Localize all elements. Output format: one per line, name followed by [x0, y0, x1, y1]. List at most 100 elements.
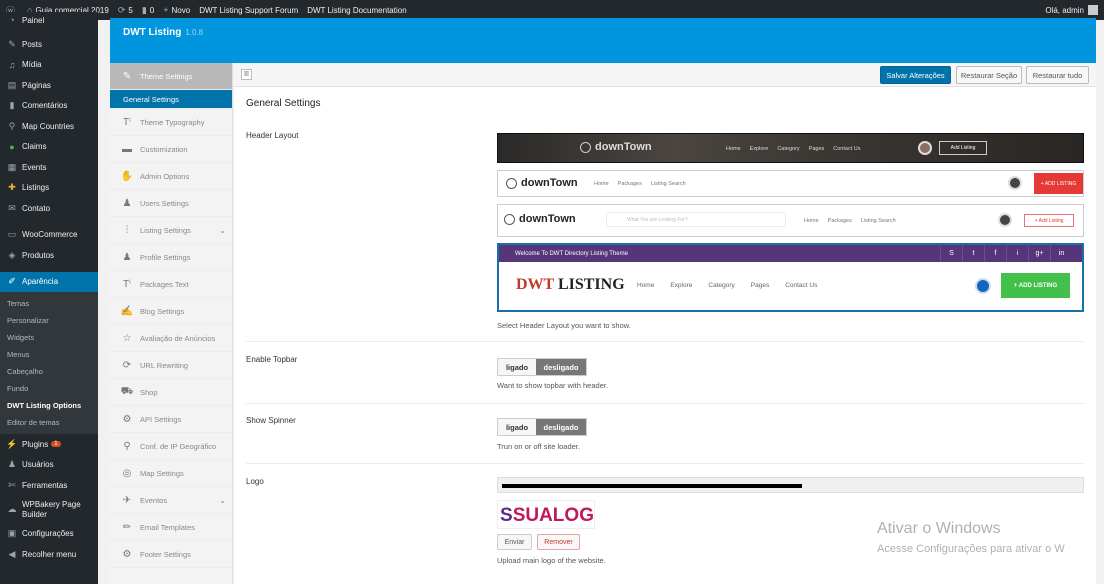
nav-theme-settings[interactable]: ✎ Theme Settings	[110, 63, 232, 90]
menu-midia[interactable]: ♫ Mídia	[0, 55, 98, 76]
thumbs-up-icon: ✋	[120, 170, 134, 182]
menu-usuarios[interactable]: ♟ Usuários	[0, 455, 98, 476]
preview-add-listing: + ADD LISTING	[1001, 273, 1070, 298]
skype-icon: S	[940, 245, 962, 262]
header-layout-desc: Select Header Layout you want to show.	[497, 321, 631, 330]
menu-painel[interactable]: ◔ Painel	[0, 12, 98, 28]
nav-eventos[interactable]: ✈ Eventos ⌄	[110, 487, 232, 514]
support-forum-link[interactable]: DWT Listing Support Forum	[199, 6, 298, 15]
listings-icon: ✚	[8, 182, 16, 193]
menu-recolher[interactable]: ◀ Recolher menu	[0, 544, 98, 565]
account-menu[interactable]: Olá, admin	[1045, 5, 1098, 15]
refresh-icon: ⟳	[117, 4, 126, 15]
star-icon: ☆	[122, 332, 132, 344]
header-layout-option-1[interactable]: downTown Home Explore Category Pages Contact…	[497, 133, 1084, 163]
nav-general-settings[interactable]: General Settings	[110, 90, 232, 109]
pin-icon: ✎	[8, 38, 16, 49]
menu-claims[interactable]: ● Claims	[0, 137, 98, 158]
submenu-dwt-listing-options[interactable]: DWT Listing Options	[0, 397, 98, 414]
redacted-url	[502, 484, 802, 488]
page-icon: ▤	[7, 79, 17, 90]
nav-listing-settings[interactable]: ⫶ Listing Settings ⌄	[110, 217, 232, 244]
preview-brand: downTown	[595, 141, 652, 153]
location-icon: ⚲	[123, 440, 131, 452]
menu-events[interactable]: ▦ Events	[0, 157, 98, 178]
media-icon: ♫	[8, 59, 16, 70]
comments-link[interactable]: ▮ 0	[142, 5, 154, 16]
header-layout-option-2[interactable]: downTown Home Packages Listing Search + AD…	[497, 170, 1084, 197]
documentation-link[interactable]: DWT Listing Documentation	[307, 6, 406, 15]
options-header: DWT Listing 1.0.8	[110, 18, 1096, 63]
menu-listings[interactable]: ✚ Listings	[0, 178, 98, 199]
reset-section-button[interactable]: Restaurar Seção	[956, 66, 1022, 84]
reset-all-button[interactable]: Restaurar tudo	[1026, 66, 1089, 84]
nav-profile-settings[interactable]: ♟ Profile Settings	[110, 244, 232, 271]
nav-api-settings[interactable]: ⚙ API Settings	[110, 406, 232, 433]
nav-theme-typography[interactable]: Tⁱ Theme Typography	[110, 109, 232, 136]
logo-url-input[interactable]	[497, 477, 1084, 493]
spinner-on-button[interactable]: ligado	[498, 419, 536, 435]
nav-packages-text[interactable]: Tⁱ Packages Text	[110, 271, 232, 298]
preview-add-listing: Add Listing	[939, 141, 987, 155]
dashboard-icon: ◔	[9, 15, 15, 25]
spinner-off-button[interactable]: desligado	[536, 419, 586, 435]
topbar-off-button[interactable]: desligado	[536, 359, 586, 375]
menu-plugins[interactable]: ⚡ Plugins 1	[0, 434, 98, 455]
nav-shop[interactable]: ⛟ Shop	[110, 379, 232, 406]
nav-footer-settings[interactable]: ⚙ Footer Settings	[110, 541, 232, 568]
remove-button[interactable]: Remover	[537, 534, 580, 550]
submenu-temas[interactable]: Temas	[0, 295, 98, 312]
nav-customization[interactable]: ▬ Customization	[110, 136, 232, 163]
twitter-icon: t	[962, 245, 984, 262]
menu-ferramentas[interactable]: ✄ Ferramentas	[0, 475, 98, 496]
nav-geo-ip[interactable]: ⚲ Conf. de IP Geográfico	[110, 433, 232, 460]
preview-nav: Home Explore Category Pages Contact Us	[726, 146, 861, 152]
preview-add-listing: + ADD LISTING	[1034, 173, 1083, 194]
nav-email-templates[interactable]: ✏ Email Templates	[110, 514, 232, 541]
logo-preview: SSUALOG	[497, 500, 595, 529]
menu-aparencia[interactable]: ✐ Aparência	[0, 271, 98, 292]
header-layout-option-4[interactable]: Welcome To DWT Directory Listing Theme S…	[497, 243, 1084, 312]
menu-map-countries[interactable]: ⚲ Map Countries	[0, 116, 98, 137]
wrench-icon: ✎	[122, 70, 132, 82]
nav-map-settings[interactable]: ◎ Map Settings	[110, 460, 232, 487]
sliders-icon: ⫶	[125, 224, 129, 236]
expand-options-icon[interactable]: ▥	[241, 69, 252, 80]
nav-admin-options[interactable]: ✋ Admin Options	[110, 163, 232, 190]
updates-link[interactable]: ⟳ 5	[118, 5, 133, 16]
header-layout-option-3[interactable]: downTown What You are Looking For? Home P…	[497, 204, 1084, 237]
nav-blog-settings[interactable]: ✍ Blog Settings	[110, 298, 232, 325]
menu-produtos[interactable]: ◈ Produtos	[0, 245, 98, 266]
submenu-editor-de-temas[interactable]: Editor de temas	[0, 414, 98, 431]
menu-posts[interactable]: ✎ Posts	[0, 34, 98, 55]
menu-configuracoes[interactable]: ▣ Configurações	[0, 524, 98, 545]
admin-bar: ⓦ ⌂ Guia comercial 2019 ⟳ 5 ▮ 0 + Novo DWT L…	[0, 0, 1104, 20]
topbar-label: Enable Topbar	[246, 355, 298, 364]
plugin-icon: ⚡	[6, 438, 18, 449]
submenu-personalizar[interactable]: Personalizar	[0, 312, 98, 329]
calendar-icon: ▦	[7, 161, 17, 172]
user-icon: ♟	[122, 251, 132, 263]
new-content-link[interactable]: + Novo	[163, 5, 190, 15]
topbar-on-button[interactable]: ligado	[498, 359, 536, 375]
submenu-cabecalho[interactable]: Cabeçalho	[0, 363, 98, 380]
submenu-menus[interactable]: Menus	[0, 346, 98, 363]
menu-wpbakery[interactable]: ☁ WPBakery Page Builder	[0, 496, 98, 524]
nav-url-rewriting[interactable]: ⟳ URL Rewriting	[110, 352, 232, 379]
save-changes-button[interactable]: Salvar Alterações	[880, 66, 951, 84]
nav-users-settings[interactable]: ♟ Users Settings	[110, 190, 232, 217]
plus-icon: +	[163, 5, 169, 15]
upload-button[interactable]: Enviar	[497, 534, 532, 550]
menu-woocommerce[interactable]: ▭ WooCommerce	[0, 225, 98, 246]
preview-avatar	[975, 278, 991, 294]
menu-paginas[interactable]: ▤ Páginas	[0, 75, 98, 96]
nav-avaliacao[interactable]: ☆ Avaliação de Anúncios	[110, 325, 232, 352]
submenu-fundo[interactable]: Fundo	[0, 380, 98, 397]
menu-comentarios[interactable]: ▮ Comentários	[0, 96, 98, 117]
topbar-desc: Want to show topbar with header.	[497, 381, 609, 390]
menu-contato[interactable]: ✉ Contato	[0, 198, 98, 219]
submenu-widgets[interactable]: Widgets	[0, 329, 98, 346]
chevron-down-icon: ⌄	[219, 495, 226, 505]
windows-watermark-title: Ativar o Windows	[877, 520, 1001, 537]
aparencia-submenu: Temas Personalizar Widgets Menus Cabeçal…	[0, 292, 98, 434]
